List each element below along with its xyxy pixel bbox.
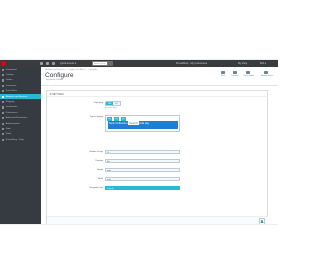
catalog-icon bbox=[2, 73, 5, 77]
toolbar-manage-hooks-button[interactable]: Manage hooks bbox=[261, 71, 273, 77]
toggle-yes[interactable]: YES bbox=[106, 102, 113, 105]
refresh-icon bbox=[246, 71, 250, 75]
tags-label: Tags to display bbox=[89, 116, 103, 118]
bar-chart-icon bbox=[2, 127, 5, 131]
user-menu[interactable]: Bob ▾ bbox=[260, 60, 266, 67]
breadcrumb-item[interactable]: Custom Text Block bbox=[68, 69, 85, 71]
displaying-label: Displaying bbox=[93, 101, 103, 104]
height-label: Height bbox=[97, 168, 103, 171]
quick-access-menu[interactable]: Quick Access ▾ bbox=[60, 60, 76, 67]
sidebar-nav: Dashboard Catalog Orders Customers Price… bbox=[0, 67, 41, 224]
account-text[interactable]: PrestaShop · My preferences bbox=[176, 60, 207, 67]
messages-icon[interactable] bbox=[52, 62, 55, 65]
orders-icon bbox=[2, 79, 5, 82]
box-icon bbox=[2, 133, 5, 136]
hooks-icon bbox=[264, 71, 268, 75]
breadcrumb-item[interactable]: Modules and Services bbox=[45, 69, 65, 71]
dashboard-icon bbox=[2, 68, 5, 71]
width-label: Width bbox=[97, 177, 103, 180]
random-input[interactable]: No bbox=[105, 158, 180, 164]
breadcrumb-item: Configure bbox=[88, 69, 98, 71]
save-button[interactable]: Save bbox=[259, 218, 265, 224]
back-icon bbox=[221, 71, 225, 75]
navigation-label: Navigation tags bbox=[89, 186, 103, 189]
cart-icon[interactable] bbox=[40, 62, 43, 65]
random-label: Random bbox=[95, 159, 103, 162]
breadcrumb-separator: / bbox=[86, 69, 88, 71]
breadcrumb: Modules and Services / Custom Text Block… bbox=[45, 69, 98, 71]
flag-icon bbox=[233, 71, 237, 75]
toggle-no[interactable]: NO bbox=[113, 102, 120, 105]
panel-divider bbox=[47, 96, 268, 97]
sidebar-item-help[interactable]: PrestaShop · Help bbox=[0, 137, 41, 142]
settings-panel: ⚙ Settings Displaying YES NO Show the bl… bbox=[46, 90, 268, 224]
customers-icon[interactable] bbox=[46, 62, 49, 65]
number-label: Number of tags bbox=[89, 150, 103, 153]
page-subtitle: Tags block / Module bbox=[45, 79, 64, 82]
price-tag-icon bbox=[2, 90, 5, 93]
width-input[interactable]: auto bbox=[105, 176, 180, 182]
admin-topbar: Quick Access ▾ Search (e.g.: product ref… bbox=[0, 60, 278, 78]
help-icon bbox=[2, 138, 5, 141]
browser-viewport: Quick Access ▾ Search (e.g.: product ref… bbox=[0, 59, 278, 225]
truck-icon bbox=[2, 100, 5, 104]
wrench-icon bbox=[2, 111, 5, 114]
search-input[interactable]: Search (e.g.: product reference, custo bbox=[92, 61, 108, 78]
toolbar-back-button[interactable]: Back bbox=[218, 71, 228, 77]
breadcrumb-separator: / bbox=[66, 69, 67, 71]
page-header: Modules and Services / Custom Text Block… bbox=[41, 67, 278, 86]
prestashop-logo-icon[interactable] bbox=[1, 61, 6, 66]
tag-editor-prefix: New Collection bbox=[109, 120, 128, 125]
search-button[interactable] bbox=[108, 61, 113, 66]
navigation-select[interactable]: Default bbox=[105, 185, 180, 191]
tag-editor-suffix: Add tag bbox=[139, 120, 149, 125]
tag-editor[interactable]: New Collection Search Add tag bbox=[108, 120, 178, 129]
customers-icon bbox=[2, 84, 5, 87]
panel-footer: Save bbox=[47, 216, 268, 224]
my-shop-link[interactable]: My shop bbox=[238, 60, 247, 67]
globe-icon bbox=[2, 106, 5, 109]
displaying-help: Show the block bbox=[105, 106, 118, 109]
toolbar-check-update-button[interactable]: Check update bbox=[243, 71, 254, 77]
cog-icon bbox=[2, 122, 5, 125]
displaying-toggle[interactable]: YES NO bbox=[105, 101, 121, 106]
puzzle-icon bbox=[2, 95, 5, 98]
gears-icon bbox=[2, 117, 5, 120]
toolbar-translate-button[interactable]: Translate bbox=[230, 71, 240, 77]
height-input[interactable]: auto bbox=[105, 167, 180, 173]
page-title: Configure bbox=[45, 72, 74, 79]
tag-editor-selection: Search bbox=[128, 120, 139, 125]
number-input[interactable]: 10 bbox=[105, 149, 180, 155]
tags-input[interactable]: tag tag tag New Collection Search Add ta… bbox=[105, 115, 180, 132]
